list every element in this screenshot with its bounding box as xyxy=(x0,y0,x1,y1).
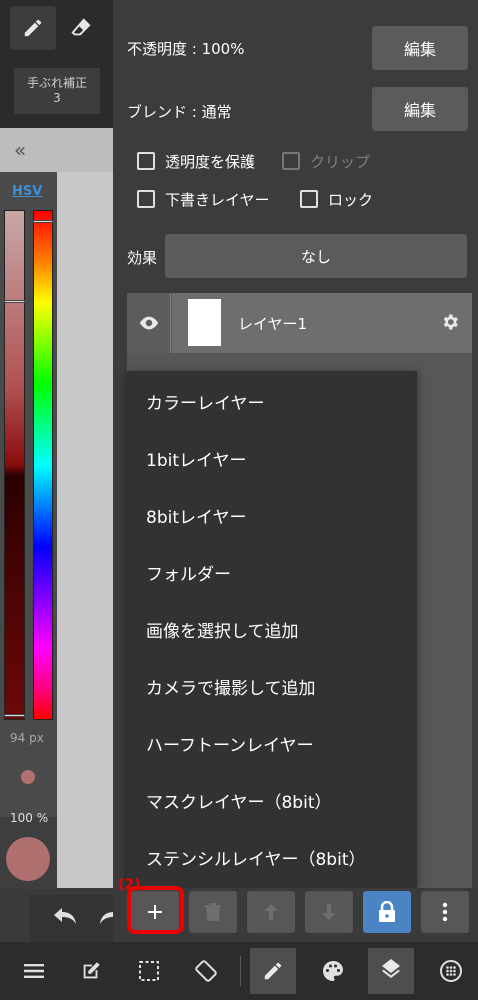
clip-checkbox[interactable] xyxy=(282,152,300,170)
layer-name: レイヤー1 xyxy=(238,315,308,333)
menu-item-add-camera[interactable]: カメラで撮影して追加 xyxy=(146,674,316,699)
redo-button[interactable] xyxy=(96,904,113,932)
eye-icon xyxy=(139,316,158,330)
more-vert-icon xyxy=(442,902,448,922)
layer-divider xyxy=(171,293,172,353)
move-layer-up-button[interactable] xyxy=(247,891,295,933)
layers-nav-button[interactable] xyxy=(368,948,414,994)
opacity-label: 100 % xyxy=(10,811,49,825)
menu-item-stencil-layer[interactable]: ステンシルレイヤー（8bit） xyxy=(146,845,366,870)
hue-marker[interactable] xyxy=(33,220,53,223)
saturation-value-slider[interactable] xyxy=(4,210,25,720)
lock-label: ロック xyxy=(328,191,374,209)
tutorial-step-label: (2) xyxy=(118,877,141,893)
current-color-swatch[interactable] xyxy=(6,837,50,881)
collapse-panel-icon[interactable]: « xyxy=(14,138,26,162)
trash-icon xyxy=(205,903,221,921)
undo-button[interactable] xyxy=(50,904,80,932)
draft-layer-checkbox[interactable] xyxy=(137,190,155,208)
palette-icon xyxy=(323,961,343,981)
menu-item-halftone-layer[interactable]: ハーフトーンレイヤー xyxy=(146,731,314,756)
lock-icon xyxy=(379,901,395,922)
edit-button[interactable] xyxy=(68,948,114,994)
rotate-button[interactable] xyxy=(183,948,229,994)
color-mode-toggle[interactable]: HSV xyxy=(12,184,42,199)
tutorial-highlight xyxy=(127,886,184,934)
eraser-icon xyxy=(71,18,91,36)
opacity-setting-label: 不透明度 : 100% xyxy=(127,40,245,58)
undo-icon xyxy=(54,908,76,924)
gear-icon xyxy=(443,314,458,330)
dot-grid-icon xyxy=(440,960,462,982)
protect-alpha-label: 透明度を保護 xyxy=(165,153,256,171)
arrow-up-icon xyxy=(264,904,278,920)
opacity-edit-button[interactable]: 編集 xyxy=(372,26,468,70)
selection-icon xyxy=(139,961,159,981)
stabilizer-button[interactable]: 手ぶれ補正 3 xyxy=(14,68,100,114)
menu-icon xyxy=(24,964,44,978)
layer-thumbnail xyxy=(188,299,221,346)
layer-settings-button[interactable] xyxy=(440,312,460,336)
lock-checkbox[interactable] xyxy=(300,190,318,208)
pencil-icon xyxy=(24,19,42,37)
blend-edit-button[interactable]: 編集 xyxy=(372,87,468,131)
menu-item-folder[interactable]: フォルダー xyxy=(146,560,231,585)
screen-rotation-icon xyxy=(195,960,217,982)
sv-marker[interactable] xyxy=(4,300,25,303)
menu-item-1bit-layer[interactable]: 1bitレイヤー xyxy=(146,446,247,471)
blend-setting-label: ブレンド : 通常 xyxy=(127,103,232,121)
arrow-down-icon xyxy=(322,904,336,920)
brush-nav-button[interactable] xyxy=(250,948,296,994)
delete-layer-button[interactable] xyxy=(189,891,237,933)
layer-lock-button[interactable] xyxy=(363,891,411,933)
pen-tool-button[interactable] xyxy=(10,6,56,50)
menu-item-mask-layer[interactable]: マスクレイヤー（8bit） xyxy=(146,788,332,813)
sv-marker-bottom[interactable] xyxy=(4,714,25,717)
move-layer-down-button[interactable] xyxy=(305,891,353,933)
brush-icon xyxy=(264,962,282,980)
effect-select-button[interactable]: なし xyxy=(165,234,467,278)
effect-label: 効果 xyxy=(127,249,158,267)
menu-item-8bit-layer[interactable]: 8bitレイヤー xyxy=(146,503,247,528)
selection-button[interactable] xyxy=(126,948,172,994)
clip-label: クリップ xyxy=(310,153,371,171)
nav-divider xyxy=(240,956,241,986)
edit-square-icon xyxy=(83,962,100,979)
stabilizer-value: 3 xyxy=(53,91,61,105)
menu-item-add-image[interactable]: 画像を選択して追加 xyxy=(146,617,299,642)
brush-size-label: 94 px xyxy=(10,731,44,745)
hue-slider[interactable] xyxy=(33,210,53,720)
redo-icon xyxy=(100,912,113,924)
materials-button[interactable] xyxy=(428,948,474,994)
protect-alpha-checkbox[interactable] xyxy=(137,152,155,170)
visibility-toggle[interactable] xyxy=(127,293,171,353)
menu-item-color-layer[interactable]: カラーレイヤー xyxy=(146,389,265,414)
more-options-button[interactable] xyxy=(421,891,469,933)
layers-icon xyxy=(382,959,400,978)
menu-button[interactable] xyxy=(11,948,57,994)
stabilizer-label: 手ぶれ補正 xyxy=(26,76,87,90)
color-palette-button[interactable] xyxy=(310,948,356,994)
eraser-tool-button[interactable] xyxy=(58,6,104,50)
draft-layer-label: 下書きレイヤー xyxy=(165,191,270,209)
brush-size-preview xyxy=(21,770,35,784)
